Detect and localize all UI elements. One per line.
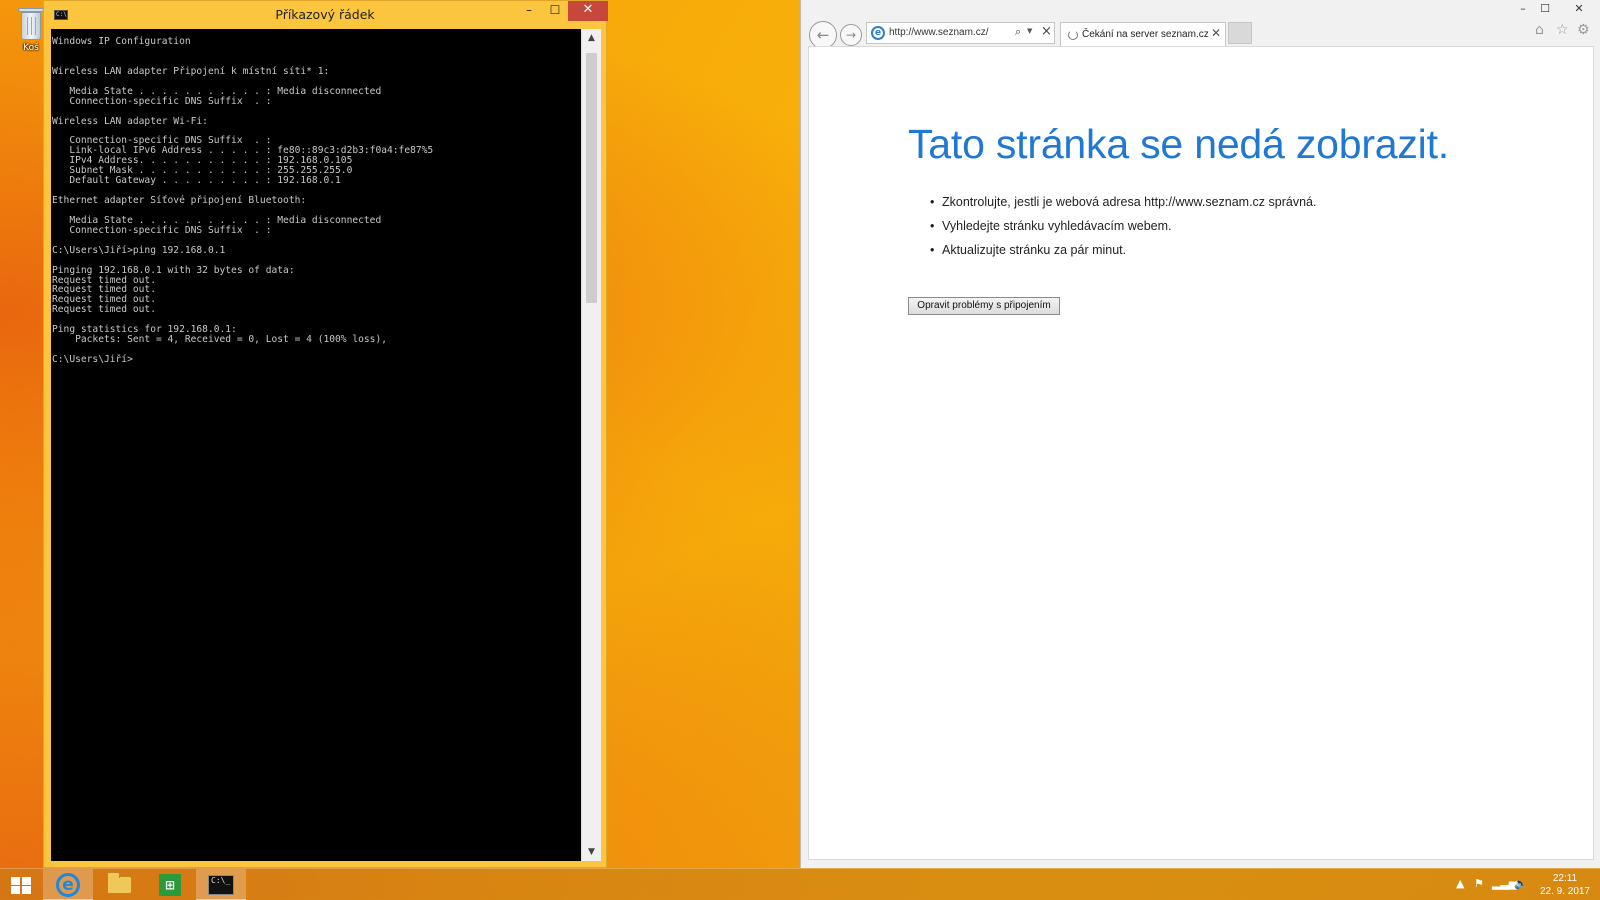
scrollbar-thumb[interactable] xyxy=(586,53,597,303)
ie-page-icon: e xyxy=(871,26,885,40)
clock[interactable]: 22:11 22. 9. 2017 xyxy=(1540,872,1590,898)
cmd-close-button[interactable]: ✕ xyxy=(568,1,608,21)
console-line: Pinging 192.168.0.1 with 32 bytes of dat… xyxy=(52,264,295,276)
chevron-down-icon[interactable]: ▼ xyxy=(1027,27,1032,35)
forward-arrow-icon[interactable]: → xyxy=(840,24,862,46)
console-line: Ethernet adapter Síťové připojení Blueto… xyxy=(52,195,307,206)
home-icon[interactable]: ⌂ xyxy=(1535,22,1544,38)
address-url[interactable]: http://www.seznam.cz/ xyxy=(889,27,988,38)
fix-connection-button[interactable]: Opravit problémy s připojením xyxy=(908,297,1060,315)
gear-icon[interactable]: ⚙ xyxy=(1577,22,1590,38)
ie-caption-buttons: – ☐ ✕ xyxy=(1500,0,1600,18)
error-title: Tato stránka se nedá zobrazit. xyxy=(908,121,1449,167)
console-line: C:\Users\Jiří>ping 192.168.0.1 xyxy=(52,244,226,256)
clock-date: 22. 9. 2017 xyxy=(1539,886,1590,897)
command-prompt-window[interactable]: C:\ Příkazový řádek – ☐ ✕ Windows IP Con… xyxy=(43,0,608,868)
taskbar-command-prompt[interactable]: C:\_ xyxy=(196,869,246,900)
taskbar-internet-explorer[interactable]: e xyxy=(43,869,93,900)
cmd-console-output[interactable]: Windows IP Configuration Wireless LAN ad… xyxy=(51,29,581,861)
page-content: Tato stránka se nedá zobrazit. Zkontrolu… xyxy=(808,46,1594,860)
stop-loading-icon[interactable]: × xyxy=(1041,24,1052,39)
console-line: Connection-specific DNS Suffix . : xyxy=(52,224,272,236)
console-line: Request timed out. xyxy=(52,304,156,316)
cmd-scrollbar[interactable]: ▲ ▼ xyxy=(581,29,601,861)
tray-overflow-chevron-icon[interactable]: ▲ xyxy=(1456,877,1464,890)
scroll-down-icon[interactable]: ▼ xyxy=(582,843,601,861)
windows-logo-icon xyxy=(11,877,31,894)
cmd-maximize-button[interactable]: ☐ xyxy=(542,1,568,21)
suggestion-item: Aktualizujte stránku za pár minut. xyxy=(930,243,1316,267)
system-tray: ▲ ⚑ ▂▃▅ 🔈 22:11 22. 9. 2017 xyxy=(1440,869,1600,900)
action-center-flag-icon[interactable]: ⚑ xyxy=(1474,877,1484,890)
tab-label: Čekání na server seznam.cz xyxy=(1082,29,1209,40)
console-line: C:\Users\Jiří> xyxy=(52,354,133,365)
cmd-titlebar[interactable]: C:\ Příkazový řádek – ☐ ✕ xyxy=(44,1,608,29)
volume-icon[interactable]: 🔈 xyxy=(1514,877,1528,890)
taskbar: e ⊞ C:\_ ▲ ⚑ ▂▃▅ 🔈 22:11 22. 9. 2017 xyxy=(0,868,1600,900)
console-line: Packets: Sent = 4, Received = 0, Lost = … xyxy=(52,334,388,346)
loading-spinner-icon xyxy=(1068,30,1078,40)
address-bar[interactable]: e http://www.seznam.cz/ ⌕ ▼ × xyxy=(866,22,1055,44)
clock-time: 22:11 xyxy=(1552,873,1578,884)
command-prompt-icon: C:\_ xyxy=(208,875,234,895)
console-line: Default Gateway . . . . . . . . . : 192.… xyxy=(52,175,341,187)
favorites-star-icon[interactable]: ☆ xyxy=(1556,22,1569,38)
console-line: Connection-specific DNS Suffix . : xyxy=(52,95,272,107)
store-bag-icon: ⊞ xyxy=(159,874,181,896)
scroll-up-icon[interactable]: ▲ xyxy=(582,29,601,47)
start-button[interactable] xyxy=(0,869,42,900)
new-tab-button[interactable] xyxy=(1228,22,1252,44)
ie-close-button[interactable]: ✕ xyxy=(1568,0,1590,18)
internet-explorer-window[interactable]: – ☐ ✕ ← → e http://www.seznam.cz/ ⌕ ▼ × … xyxy=(800,0,1600,868)
cmd-minimize-button[interactable]: – xyxy=(516,1,542,21)
taskbar-store[interactable]: ⊞ xyxy=(145,869,195,900)
search-icon[interactable]: ⌕ xyxy=(1015,25,1021,39)
tab-close-icon[interactable]: ✕ xyxy=(1211,26,1221,40)
recycle-bin-icon xyxy=(18,6,44,42)
ie-minimize-button[interactable]: – xyxy=(1512,0,1534,18)
error-suggestions-list: Zkontrolujte, jestli je webová adresa ht… xyxy=(930,195,1316,267)
taskbar-file-explorer[interactable] xyxy=(94,869,144,900)
browser-tab-active[interactable]: Čekání na server seznam.cz ✕ xyxy=(1060,22,1226,46)
console-line: Windows IP Configuration xyxy=(52,36,191,47)
internet-explorer-icon: e xyxy=(56,873,80,897)
console-line: Wireless LAN adapter Wi-Fi: xyxy=(52,115,208,127)
back-arrow-icon[interactable]: ← xyxy=(809,21,837,49)
ie-maximize-button[interactable]: ☐ xyxy=(1534,0,1556,18)
suggestion-item: Vyhledejte stránku vyhledávacím webem. xyxy=(930,219,1316,243)
folder-icon xyxy=(107,872,132,894)
console-line: Wireless LAN adapter Připojení k místní … xyxy=(52,65,330,77)
suggestion-item: Zkontrolujte, jestli je webová adresa ht… xyxy=(930,195,1316,219)
